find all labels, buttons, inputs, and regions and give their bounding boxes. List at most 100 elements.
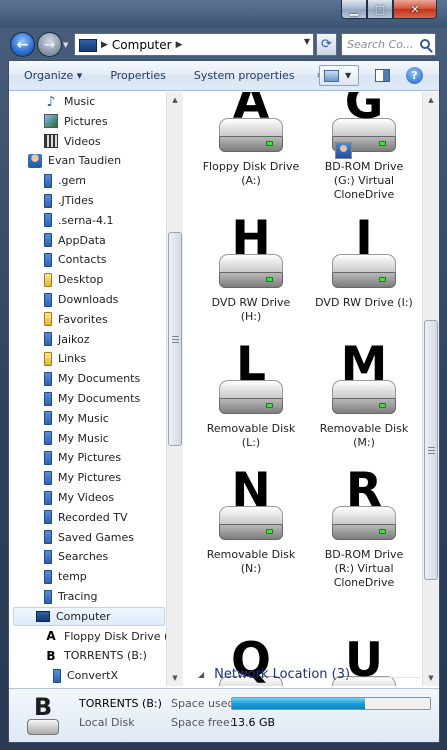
drive-icon: B — [46, 648, 56, 663]
command-bar: Organize ▾ Properties System properties … — [9, 61, 439, 91]
network-location-group-header[interactable]: ◢ Network Location (3) — [198, 667, 350, 682]
tree-item[interactable]: ConvertX — [53, 666, 118, 685]
close-button[interactable]: ✕ — [393, 0, 437, 19]
folder-icon — [44, 470, 52, 485]
drive-item[interactable]: A Floppy Disk Drive (A:) — [196, 92, 306, 200]
tree-item[interactable]: AppData — [44, 231, 106, 250]
address-history-dropdown-icon[interactable]: ▼ — [304, 37, 310, 46]
navigation-scrollbar[interactable]: ▲ ▼ — [166, 92, 183, 686]
tree-item[interactable]: Saved Games — [44, 528, 134, 547]
collapse-chevron-icon[interactable]: ◢ — [198, 670, 204, 679]
tree-item[interactable]: My Documents — [44, 369, 140, 388]
tree-item-label: Jaikoz — [58, 332, 90, 346]
drive-item[interactable]: R BD-ROM Drive (R:) Virtual CloneDrive — [309, 463, 419, 590]
drive-label: CloneDrive — [333, 576, 395, 589]
content-scrollbar[interactable]: ▲ ▼ — [422, 92, 439, 686]
tree-item-label: Videos — [64, 134, 101, 148]
drive-item[interactable]: H DVD RW Drive (H:) — [196, 214, 306, 336]
breadcrumb-computer[interactable]: Computer — [112, 38, 172, 52]
organize-button[interactable]: Organize ▾ — [9, 69, 96, 82]
folder-icon — [44, 371, 52, 386]
tree-item[interactable]: ♪ Music — [44, 92, 96, 111]
folder-icon — [44, 193, 52, 208]
tree-item[interactable]: My Pictures — [44, 468, 121, 487]
recent-pages-dropdown[interactable]: ▼ — [63, 41, 68, 49]
drive-label: Removable Disk — [206, 422, 296, 435]
tree-item-label: Pictures — [64, 114, 108, 128]
system-properties-button[interactable]: System properties — [180, 69, 309, 82]
folder-icon — [44, 589, 52, 604]
properties-button[interactable]: Properties — [96, 69, 180, 82]
tree-item[interactable]: Favorites — [44, 310, 108, 329]
tree-item-label: AppData — [58, 233, 106, 247]
scroll-down-icon[interactable]: ▼ — [423, 670, 439, 686]
tree-item[interactable]: Contacts — [44, 250, 107, 269]
tree-item-label: ConvertX — [67, 669, 119, 683]
drive-item[interactable]: M Removable Disk (M:) — [309, 340, 419, 462]
tree-item-label: My Documents — [58, 392, 141, 405]
content-scroll-thumb[interactable] — [424, 320, 438, 580]
tree-item[interactable]: A Floppy Disk Drive (A — [44, 627, 166, 646]
change-view-button[interactable]: ▼ — [319, 65, 359, 86]
drive-item[interactable]: N Removable Disk (N:) — [196, 463, 306, 588]
tree-item[interactable]: My Music — [44, 409, 109, 428]
tree-item-label: Favorites — [58, 312, 108, 326]
maximize-button[interactable]: □ — [367, 0, 393, 19]
tree-item[interactable]: Videos — [44, 132, 101, 151]
drive-letter: N — [231, 463, 271, 518]
tree-item[interactable]: My Documents — [44, 389, 140, 408]
breadcrumb-separator-icon[interactable]: ▶ — [101, 40, 108, 50]
scroll-up-icon[interactable]: ▲ — [167, 92, 183, 108]
search-icon[interactable] — [420, 39, 430, 49]
tree-item-label: Music — [64, 95, 96, 108]
tree-item[interactable]: .JTides — [44, 191, 94, 210]
maximize-icon: □ — [374, 2, 386, 16]
help-icon[interactable]: ? — [406, 67, 423, 84]
tree-item[interactable]: Recorded TV — [44, 508, 128, 527]
scroll-up-icon[interactable]: ▲ — [423, 92, 439, 108]
tree-item[interactable]: Downloads — [44, 290, 118, 309]
tree-item-label: My Videos — [58, 491, 115, 504]
tree-item[interactable]: Links — [44, 349, 86, 368]
refresh-icon: ⟳ — [321, 37, 332, 52]
tree-item[interactable]: Desktop — [44, 270, 103, 289]
tree-item[interactable]: Pictures — [44, 112, 108, 131]
tree-item[interactable]: .serna-4.1 — [44, 211, 114, 230]
drive-led-icon — [379, 529, 386, 534]
minimize-button[interactable]: ▁ — [341, 0, 367, 19]
tree-item[interactable]: My Music — [44, 429, 109, 448]
drive-letter: R — [345, 463, 383, 518]
folder-icon — [44, 549, 52, 564]
drive-item[interactable]: L Removable Disk (L:) — [196, 340, 306, 462]
folder-icon — [44, 213, 52, 228]
refresh-button[interactable]: ⟳ — [316, 33, 337, 56]
drive-item[interactable]: G BD-ROM Drive (G:) Virtual CloneDrive — [309, 92, 419, 201]
navigation-scroll-thumb[interactable] — [168, 232, 182, 446]
drive-letter: B — [33, 693, 53, 721]
scroll-down-icon[interactable]: ▼ — [167, 670, 183, 686]
preview-pane-icon[interactable] — [375, 69, 390, 82]
tree-item[interactable]: My Videos — [44, 488, 114, 507]
drive-item[interactable]: I DVD RW Drive (I:) — [309, 214, 419, 336]
tree-item[interactable]: temp — [44, 567, 87, 586]
tree-item[interactable]: B TORRENTS (B:) — [44, 646, 147, 665]
drive-led-icon — [266, 277, 273, 282]
shared-user-overlay-icon — [335, 142, 352, 159]
drive-label: Removable Disk — [319, 422, 409, 435]
tree-item[interactable]: Computer — [13, 606, 165, 626]
tree-item-label: .serna-4.1 — [58, 213, 114, 227]
address-bar[interactable]: ▶ Computer ▶ ▼ — [74, 33, 314, 56]
tree-item-label: TORRENTS (B:) — [64, 649, 147, 663]
breadcrumb-separator-icon[interactable]: ▶ — [176, 40, 183, 50]
back-button[interactable]: ← — [10, 32, 35, 57]
tree-item[interactable]: Evan Taudien — [28, 151, 121, 170]
forward-button[interactable]: → — [37, 32, 62, 57]
view-dropdown-icon[interactable]: ▼ — [345, 71, 351, 80]
tree-item[interactable]: My Pictures — [44, 448, 121, 467]
tree-item[interactable]: Jaikoz — [44, 330, 90, 349]
search-input[interactable]: Search Co... — [341, 33, 436, 56]
tree-item[interactable]: Tracing — [44, 587, 97, 606]
tree-item[interactable]: .gem — [44, 171, 86, 190]
tree-item[interactable]: Searches — [44, 547, 108, 566]
folder-icon — [44, 391, 52, 406]
